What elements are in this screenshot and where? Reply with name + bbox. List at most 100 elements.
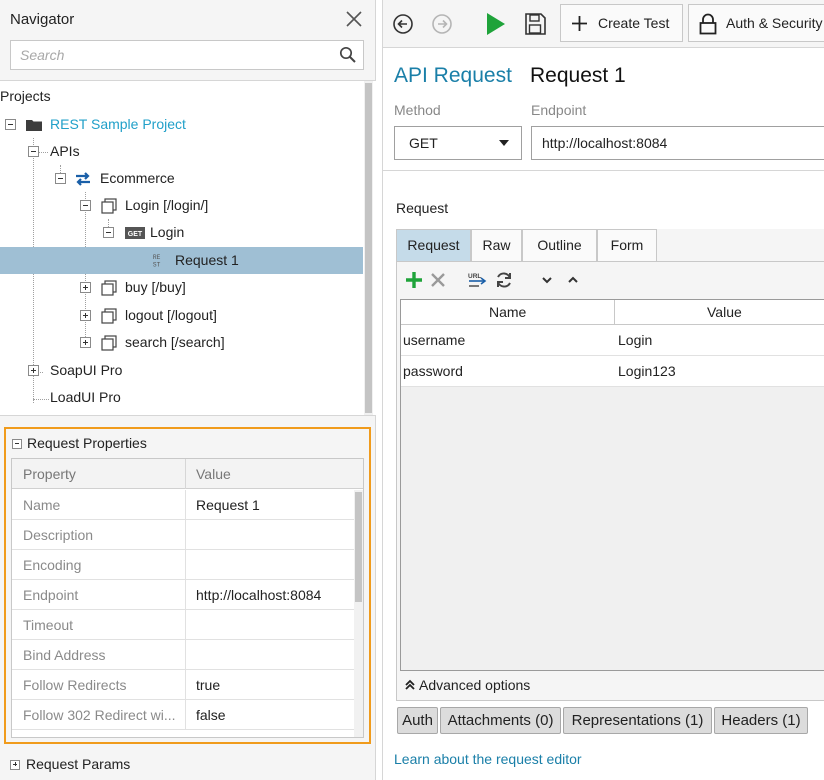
collapse-icon[interactable] — [80, 200, 91, 211]
back-icon[interactable] — [391, 12, 415, 36]
tab-headers[interactable]: Headers (1) — [714, 707, 808, 734]
table-row[interactable]: Follow 302 Redirect wi... false — [12, 700, 356, 730]
method-dropdown[interactable]: GET — [394, 126, 522, 160]
request-properties-panel: Request Properties Property Value Name R… — [4, 427, 371, 744]
request-properties-header[interactable]: Request Properties — [12, 434, 147, 452]
tree-scrollbar[interactable] — [364, 81, 373, 415]
tab-form[interactable]: Form — [597, 229, 657, 261]
advanced-options-toggle[interactable]: Advanced options — [404, 675, 530, 695]
move-up-icon[interactable] — [563, 270, 583, 290]
tree-item-login-resource[interactable]: Login [/login/] — [0, 192, 363, 219]
property-key: Name — [23, 497, 61, 513]
property-key: Encoding — [23, 557, 82, 573]
table-row[interactable]: Endpoint http://localhost:8084 — [12, 580, 356, 610]
tree-item-label: logout [/logout] — [125, 307, 217, 323]
tree-item-rest-sample-project[interactable]: REST Sample Project — [0, 111, 363, 138]
table-row[interactable]: Description — [12, 520, 356, 550]
tree-item-label: REST Sample Project — [50, 116, 186, 132]
param-name[interactable]: username — [403, 325, 465, 356]
tab-outline[interactable]: Outline — [522, 229, 597, 261]
remove-param-icon[interactable] — [428, 270, 448, 290]
tree-item-label: APIs — [50, 143, 80, 159]
table-row[interactable]: Follow Redirects true — [12, 670, 356, 700]
tree-scrollbar-thumb[interactable] — [365, 83, 372, 413]
expand-icon[interactable] — [80, 282, 91, 293]
method-value: GET — [409, 135, 438, 151]
lock-icon — [699, 13, 717, 35]
column-header-value[interactable]: Value — [196, 459, 231, 489]
property-key: Timeout — [23, 617, 74, 633]
tree-item-label: Login — [150, 224, 185, 240]
properties-scrollbar[interactable] — [354, 490, 363, 737]
property-key: Bind Address — [23, 647, 106, 663]
expand-icon[interactable] — [10, 760, 20, 770]
tree-item-apis[interactable]: APIs — [0, 138, 363, 165]
tree-item-search-resource[interactable]: search [/search] — [0, 329, 363, 356]
property-value[interactable]: http://localhost:8084 — [196, 580, 321, 610]
properties-table-header: Property Value — [12, 459, 363, 489]
close-icon[interactable] — [344, 9, 364, 29]
column-header-value[interactable]: Value — [707, 300, 742, 325]
navigator-title: Navigator — [10, 11, 75, 28]
save-icon[interactable] — [523, 12, 547, 36]
table-row[interactable]: Encoding — [12, 550, 356, 580]
run-icon[interactable] — [483, 12, 507, 36]
tree-item-login-method[interactable]: GET Login — [0, 219, 363, 246]
properties-scrollbar-thumb[interactable] — [355, 492, 362, 602]
property-value[interactable]: true — [196, 670, 220, 700]
tab-attachments[interactable]: Attachments (0) — [440, 707, 561, 734]
expand-icon[interactable] — [80, 337, 91, 348]
expand-icon[interactable] — [80, 310, 91, 321]
request-editor: Create Test Auth & Security API Request … — [382, 0, 824, 780]
property-value[interactable]: false — [196, 700, 226, 730]
collapse-icon[interactable] — [55, 173, 66, 184]
folder-icon — [26, 120, 42, 131]
tab-raw[interactable]: Raw — [471, 229, 522, 261]
search-icon[interactable] — [339, 46, 357, 64]
column-header-name[interactable]: Name — [489, 300, 526, 325]
tree-item-buy-resource[interactable]: buy [/buy] — [0, 274, 363, 301]
tree-item-loadui-pro[interactable]: LoadUI Pro — [0, 384, 363, 411]
tree-item-request-1[interactable]: RE ST Request 1 — [0, 247, 363, 274]
table-row[interactable]: Timeout — [12, 610, 356, 640]
forward-icon[interactable] — [430, 12, 454, 36]
toolbar: Create Test Auth & Security — [383, 0, 824, 48]
refresh-icon[interactable] — [494, 270, 514, 290]
param-value[interactable]: Login123 — [618, 356, 676, 387]
editor-title-name: Request 1 — [530, 64, 626, 87]
collapse-icon[interactable] — [12, 439, 22, 449]
tree-item-logout-resource[interactable]: logout [/logout] — [0, 302, 363, 329]
svg-text:RE: RE — [153, 254, 161, 261]
expand-icon[interactable] — [28, 365, 39, 376]
add-param-icon[interactable] — [404, 270, 424, 290]
editor-title-type: API Request — [394, 64, 512, 87]
param-name[interactable]: password — [403, 356, 463, 387]
move-down-icon[interactable] — [537, 270, 557, 290]
create-test-button[interactable]: Create Test — [560, 4, 683, 42]
tab-request[interactable]: Request — [396, 229, 471, 261]
request-params-section[interactable]: Request Params — [10, 755, 130, 773]
table-row[interactable]: password Login123 — [401, 356, 824, 387]
learn-request-editor-link[interactable]: Learn about the request editor — [394, 751, 582, 767]
request-properties-title: Request Properties — [27, 435, 147, 451]
tree-item-ecommerce[interactable]: Ecommerce — [0, 165, 363, 192]
table-row[interactable]: Bind Address — [12, 640, 356, 670]
resource-icon — [101, 308, 117, 324]
tree-item-soapui-pro[interactable]: SoapUI Pro — [0, 357, 363, 384]
collapse-icon[interactable] — [103, 227, 114, 238]
tab-auth[interactable]: Auth — [397, 707, 438, 734]
table-row[interactable]: username Login — [401, 325, 824, 356]
column-header-property[interactable]: Property — [23, 459, 76, 489]
request-section-label: Request — [396, 200, 449, 216]
param-value[interactable]: Login — [618, 325, 652, 356]
property-value[interactable]: Request 1 — [196, 490, 260, 520]
table-row[interactable]: Name Request 1 — [12, 490, 356, 520]
svg-text:GET: GET — [128, 231, 143, 238]
url-params-icon[interactable]: URL — [467, 270, 487, 290]
collapse-icon[interactable] — [5, 119, 16, 130]
search-input[interactable] — [11, 41, 321, 69]
endpoint-input[interactable] — [531, 126, 824, 160]
auth-security-button[interactable]: Auth & Security — [688, 4, 824, 42]
tab-representations[interactable]: Representations (1) — [563, 707, 712, 734]
collapse-icon[interactable] — [28, 146, 39, 157]
